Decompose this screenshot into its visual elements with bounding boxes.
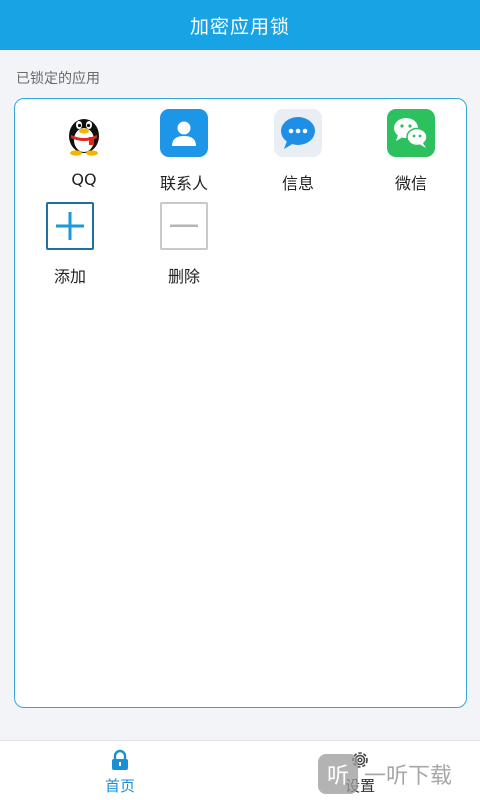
locked-apps-panel: QQ 联系人 信息 微信 添加 删除	[14, 98, 467, 708]
minus-icon	[160, 202, 208, 250]
delete-app-button[interactable]: 删除	[129, 202, 239, 292]
app-label: 微信	[394, 174, 427, 193]
wechat-icon	[387, 109, 435, 157]
app-label: QQ	[71, 170, 97, 189]
app-label: 删除	[167, 267, 200, 286]
tab-home[interactable]: 首页	[70, 749, 170, 796]
lock-icon	[112, 749, 128, 770]
watermark-logo: 听	[318, 754, 358, 794]
plus-icon	[46, 202, 94, 250]
watermark-text: 一听下载	[364, 764, 453, 789]
app-item-qq[interactable]: QQ	[29, 109, 139, 199]
qq-penguin-icon	[60, 109, 108, 157]
app-label: 信息	[281, 174, 314, 193]
app-label: 联系人	[159, 174, 208, 193]
app-item-contacts[interactable]: 联系人	[129, 109, 239, 199]
tab-home-label: 首页	[104, 777, 135, 795]
watermark: 听 一听下载	[318, 752, 452, 796]
app-label: 添加	[53, 267, 86, 286]
contacts-icon	[160, 109, 208, 157]
title-bar: 加密应用锁	[0, 0, 480, 50]
app-item-wechat[interactable]: 微信	[356, 109, 466, 199]
app-item-messages[interactable]: 信息	[243, 109, 353, 199]
messages-icon	[274, 109, 322, 157]
section-label: 已锁定的应用	[16, 71, 100, 87]
page-title: 加密应用锁	[189, 15, 290, 38]
add-app-button[interactable]: 添加	[15, 202, 125, 292]
